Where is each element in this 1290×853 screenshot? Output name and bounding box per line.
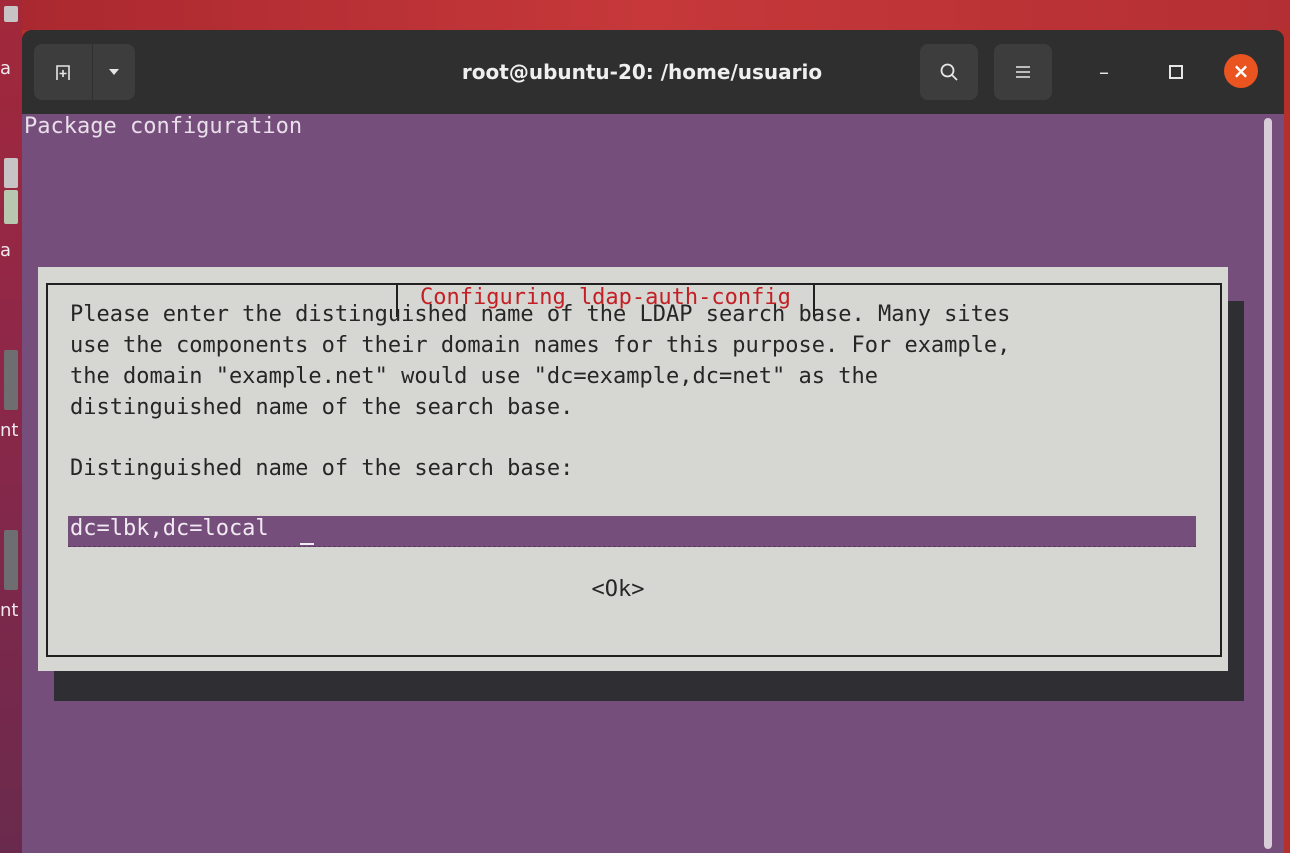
new-tab-button[interactable] xyxy=(34,44,92,100)
configuration-dialog: Configuring ldap-auth-config Please ente… xyxy=(38,267,1228,671)
desktop-icon-file[interactable] xyxy=(4,530,18,590)
text-cursor xyxy=(300,543,314,545)
description-line: use the components of their domain names… xyxy=(70,333,1011,358)
search-button[interactable] xyxy=(920,44,978,100)
dialog-description: Please enter the distinguished name of t… xyxy=(70,299,1010,423)
terminal-window: root@ubuntu-20: /home/usuario – × Packag… xyxy=(22,30,1284,853)
search-base-input[interactable]: dc=lbk,dc=local xyxy=(68,516,1196,547)
minimize-icon: – xyxy=(1099,60,1109,84)
ok-button[interactable]: <Ok> xyxy=(578,577,658,607)
tab-dropdown-button[interactable] xyxy=(93,44,135,100)
maximize-icon xyxy=(1169,65,1183,79)
description-line: distinguished name of the search base. xyxy=(70,395,574,420)
description-line: the domain "example.net" would use "dc=e… xyxy=(70,364,878,389)
new-tab-icon xyxy=(56,65,70,80)
close-button[interactable]: × xyxy=(1224,54,1258,88)
desktop-label-fragment: nt xyxy=(0,420,19,441)
chevron-down-icon xyxy=(109,69,119,75)
desktop-icon-trash[interactable] xyxy=(4,158,18,188)
hamburger-menu-icon xyxy=(1016,66,1030,78)
window-title: root@ubuntu-20: /home/usuario xyxy=(461,60,823,84)
minimize-button[interactable]: – xyxy=(1080,44,1128,100)
terminal-content[interactable]: Package configuration Configuring ldap-a… xyxy=(22,114,1284,853)
maximize-button[interactable] xyxy=(1152,44,1200,100)
description-line: Please enter the distinguished name of t… xyxy=(70,302,1011,327)
package-configuration-header: Package configuration xyxy=(24,114,303,139)
close-icon: × xyxy=(1232,59,1250,83)
desktop-label-fragment: a xyxy=(0,240,12,261)
scrollbar-thumb[interactable] xyxy=(1264,118,1272,849)
search-icon xyxy=(940,63,958,81)
desktop-background-left: a a nt nt xyxy=(0,0,22,853)
desktop-label-fragment: nt xyxy=(0,600,19,621)
desktop-icon-home[interactable] xyxy=(4,6,18,22)
desktop-icon-recycle[interactable] xyxy=(4,190,18,224)
menu-button[interactable] xyxy=(994,44,1052,100)
scrollbar[interactable] xyxy=(1262,118,1274,849)
desktop-label-fragment: a xyxy=(0,58,12,79)
search-base-input-value: dc=lbk,dc=local xyxy=(70,516,269,541)
title-bar[interactable]: root@ubuntu-20: /home/usuario – × xyxy=(22,30,1284,114)
search-base-prompt: Distinguished name of the search base: xyxy=(70,456,574,481)
desktop-background-top xyxy=(0,0,1290,30)
desktop-icon-file[interactable] xyxy=(4,350,18,410)
